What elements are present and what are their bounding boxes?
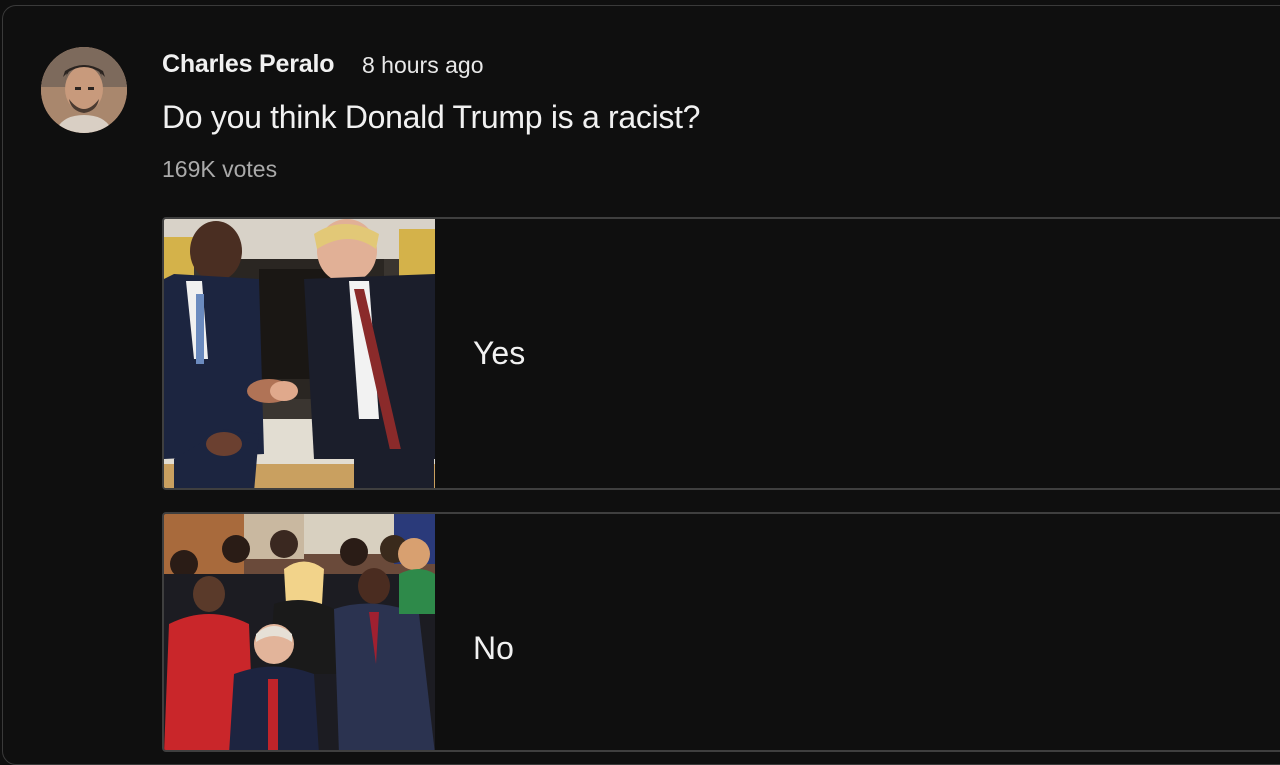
- vote-count: 169K votes: [162, 156, 278, 182]
- group-prayer-photo-icon: [164, 514, 435, 750]
- community-post-card: Charles Peralo 8 hours ago Do you think …: [2, 5, 1280, 765]
- author-avatar[interactable]: [41, 47, 127, 133]
- author-name[interactable]: Charles Peralo: [162, 50, 334, 79]
- poll-question: Do you think Donald Trump is a racist?: [162, 99, 701, 135]
- option-yes-label: Yes: [473, 335, 526, 371]
- option-no-image: [164, 514, 435, 750]
- poll-option-no[interactable]: No: [162, 512, 1280, 752]
- post-timestamp[interactable]: 8 hours ago: [362, 52, 483, 79]
- poll-option-yes[interactable]: Yes: [162, 217, 1280, 490]
- handshake-photo-icon: [164, 219, 435, 488]
- avatar-photo-icon: [41, 47, 127, 133]
- option-no-label: No: [473, 630, 514, 666]
- option-yes-image: [164, 219, 435, 488]
